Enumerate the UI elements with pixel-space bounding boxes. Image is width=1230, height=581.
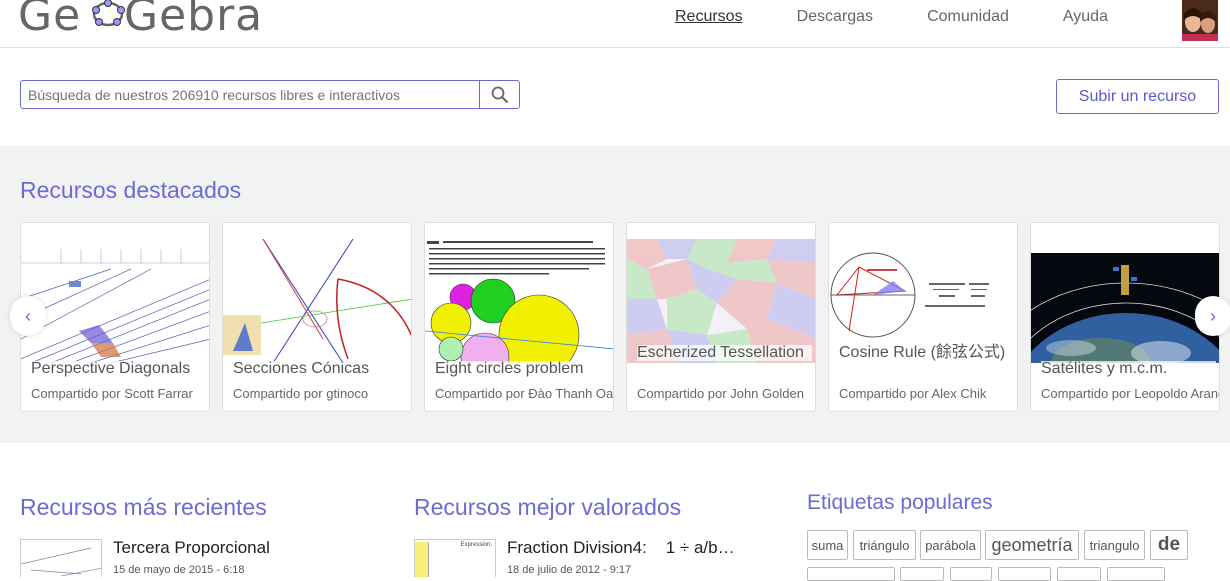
- card-thumbnail: [223, 239, 411, 363]
- thumb-label: Expression:: [460, 542, 492, 548]
- card-title: Satélites y m.c.m.: [1041, 361, 1216, 377]
- card-title: Cosine Rule (餘弦公式): [839, 345, 1014, 361]
- chevron-right-icon: ›: [1210, 305, 1216, 326]
- top-header: Ge Gebra Recursos Descargas Comunidad Ay…: [0, 0, 1230, 48]
- card-author: Compartido por Scott Farrar: [31, 386, 193, 401]
- featured-section: Recursos destacados Perspective Diagonal…: [0, 146, 1230, 443]
- card-title: Secciones Cónicas: [233, 361, 408, 377]
- tag-chip-partial[interactable]: [950, 567, 992, 581]
- card-title: Perspective Diagonals: [31, 361, 206, 377]
- chevron-left-icon: ‹: [25, 305, 31, 326]
- card-author: Compartido por Leopoldo Aranda: [1041, 386, 1220, 401]
- svg-text:Gebra: Gebra: [124, 0, 263, 36]
- top-rated-item-date: 18 de julio de 2012 - 9:17: [507, 564, 632, 576]
- card-title: Escherized Tessellation: [637, 345, 812, 361]
- recent-thumbnail: [20, 539, 102, 577]
- user-avatar[interactable]: [1182, 0, 1218, 41]
- featured-card[interactable]: Cosine Rule (餘弦公式) Compartido por Alex C…: [828, 222, 1018, 412]
- featured-card[interactable]: Satélites y m.c.m. Compartido por Leopol…: [1030, 222, 1220, 412]
- featured-card[interactable]: Perspective Diagonals Compartido por Sco…: [20, 222, 210, 412]
- recent-title: Recursos más recientes: [20, 494, 267, 520]
- tag-chip[interactable]: parábola: [920, 530, 981, 560]
- tag-chip[interactable]: de: [1150, 530, 1188, 560]
- tag-chip-partial[interactable]: [1107, 567, 1165, 581]
- nav-ayuda[interactable]: Ayuda: [1063, 8, 1108, 26]
- featured-title: Recursos destacados: [20, 177, 242, 203]
- tag-chip-partial[interactable]: [807, 567, 895, 581]
- tag-chip[interactable]: suma: [807, 530, 848, 560]
- recent-item-date: 15 de mayo de 2015 - 6:18: [113, 564, 245, 576]
- tag-chip-partial[interactable]: [1057, 567, 1101, 581]
- recent-item-title[interactable]: Tercera Proporcional: [113, 538, 270, 558]
- geogebra-logo[interactable]: Ge Gebra: [18, 0, 268, 36]
- featured-card[interactable]: Secciones Cónicas Compartido por gtinoco: [222, 222, 412, 412]
- tag-chip[interactable]: triangulo: [1084, 530, 1145, 560]
- tag-chip-partial[interactable]: [998, 567, 1051, 581]
- upload-resource-button[interactable]: Subir un recurso: [1056, 79, 1219, 114]
- main-nav: Recursos Descargas Comunidad Ayuda: [675, 8, 1162, 26]
- featured-card[interactable]: Eight circles problem Compartido por Đào…: [424, 222, 614, 412]
- tags-title: Etiquetas populares: [807, 491, 993, 514]
- search-button[interactable]: [479, 80, 520, 109]
- search-icon: [491, 86, 508, 103]
- top-rated-thumbnail: Expression:: [414, 539, 496, 577]
- card-title: Eight circles problem: [435, 361, 610, 377]
- carousel-prev-button[interactable]: ‹: [10, 296, 46, 336]
- card-author: Compartido por gtinoco: [233, 386, 369, 401]
- svg-text:Ge: Ge: [18, 0, 81, 36]
- nav-recursos[interactable]: Recursos: [675, 8, 743, 26]
- featured-card[interactable]: Escherized Tessellation Compartido por J…: [626, 222, 816, 412]
- top-rated-item-title[interactable]: Fraction Division4: 1 ÷ a/b…: [507, 538, 735, 558]
- card-thumbnail: [425, 239, 613, 363]
- nav-descargas[interactable]: Descargas: [797, 8, 873, 26]
- card-thumbnail: [1031, 253, 1219, 363]
- card-thumbnail: [21, 239, 209, 363]
- card-author: Compartido por Alex Chik: [839, 386, 987, 401]
- nav-comunidad[interactable]: Comunidad: [927, 8, 1009, 26]
- tag-chip[interactable]: triángulo: [853, 530, 916, 560]
- search-input[interactable]: [20, 80, 479, 109]
- tag-chip[interactable]: geometría: [985, 530, 1079, 560]
- carousel-next-button[interactable]: ›: [1195, 296, 1230, 336]
- geogebra-logo-mark: Ge Gebra: [18, 0, 263, 36]
- thumb-bar: [415, 542, 429, 577]
- tag-chip-partial[interactable]: [900, 567, 944, 581]
- card-author: Compartido por John Golden: [637, 386, 804, 401]
- card-author: Compartido por Đào Thanh Oai: [435, 386, 614, 401]
- top-rated-title: Recursos mejor valorados: [414, 494, 682, 520]
